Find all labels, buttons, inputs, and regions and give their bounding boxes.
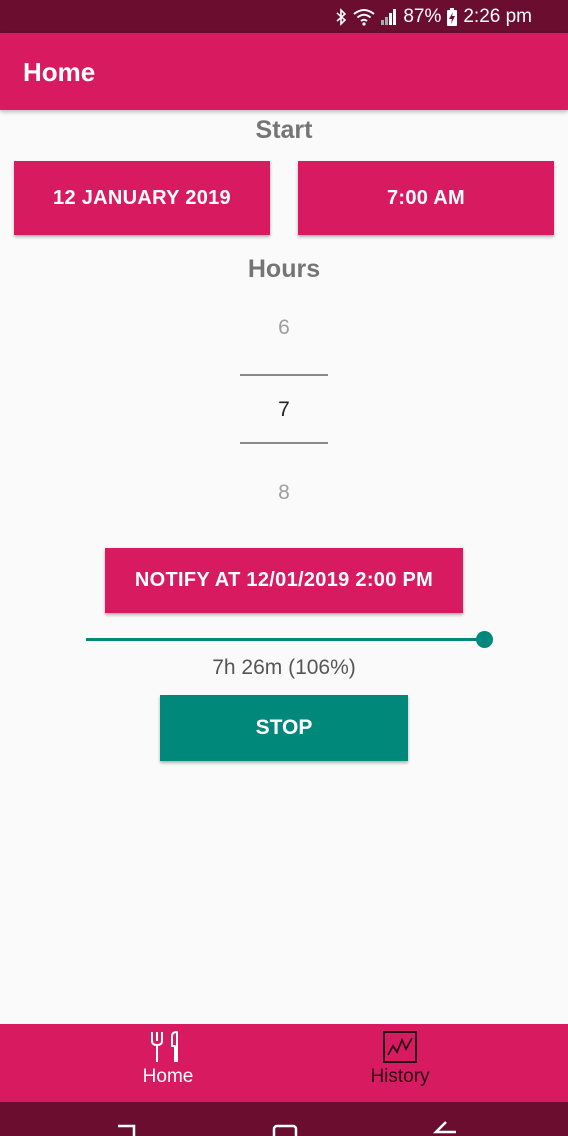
nav-label-history: History [370, 1066, 430, 1087]
status-bar: 87% 2:26 pm [0, 0, 568, 33]
start-label: Start [255, 116, 313, 144]
bottom-navigation: Home History [0, 1024, 568, 1102]
hours-picker-divider-bottom [240, 442, 328, 444]
status-time: 2:26 pm [463, 6, 532, 27]
progress-text: 7h 26m (106%) [212, 656, 356, 679]
nav-label-home: Home [142, 1066, 194, 1087]
hours-picker-next[interactable]: 8 [240, 481, 328, 505]
recents-icon[interactable] [114, 1120, 140, 1136]
battery-charging-icon [447, 8, 458, 26]
progress-slider-thumb[interactable] [475, 631, 493, 648]
fork-knife-icon [151, 1031, 178, 1062]
start-time-button[interactable]: 7:00 AM [298, 161, 554, 235]
progress-slider-track[interactable] [86, 638, 484, 641]
nav-item-history[interactable]: History [330, 1030, 470, 1088]
notify-button[interactable]: NOTIFY AT 12/01/2019 2:00 PM [105, 548, 463, 613]
hours-picker-prev[interactable]: 6 [240, 316, 328, 340]
signal-icon [381, 9, 397, 25]
page-title: Home [23, 57, 96, 87]
battery-percent: 87% [403, 6, 442, 27]
start-date-button[interactable]: 12 JANUARY 2019 [14, 161, 270, 235]
wifi-icon [353, 9, 375, 26]
stop-button[interactable]: STOP [160, 695, 408, 761]
hours-label: Hours [247, 255, 321, 283]
hours-picker-selected[interactable]: 7 [240, 398, 328, 422]
hours-picker-divider-top [240, 374, 328, 376]
bluetooth-icon [336, 8, 347, 26]
status-icons: 87% 2:26 pm [335, 6, 532, 28]
chart-icon [383, 1031, 417, 1063]
back-icon[interactable] [430, 1120, 458, 1136]
app-bar: Home [0, 33, 568, 110]
nav-item-home[interactable]: Home [98, 1030, 238, 1088]
system-nav-bar [0, 1102, 568, 1136]
home-nav-icon[interactable] [272, 1124, 298, 1136]
